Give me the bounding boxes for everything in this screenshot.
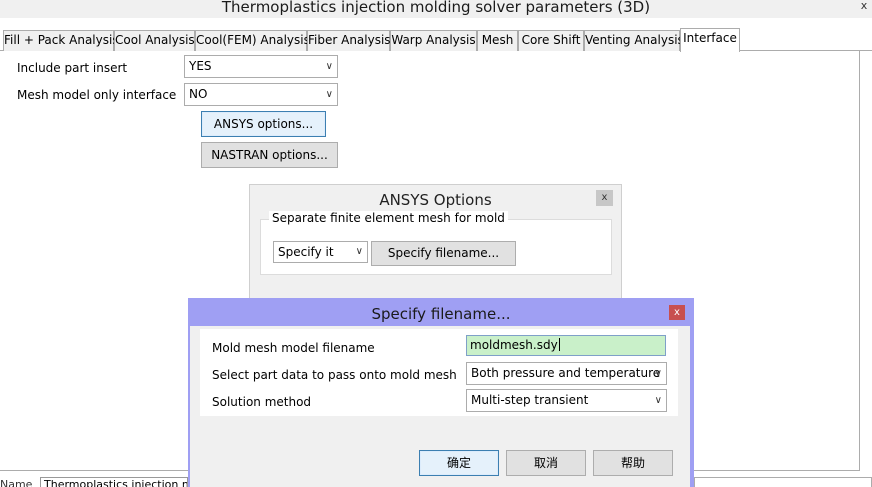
tab-venting-analysis[interactable]: Venting Analysis xyxy=(584,30,684,51)
help-button[interactable]: 帮助 xyxy=(593,450,673,476)
window-close-icon[interactable]: x xyxy=(856,0,872,14)
mesh-model-only-select[interactable]: NO ∨ xyxy=(184,83,338,106)
solution-method-value: Multi-step transient xyxy=(471,393,589,407)
close-icon[interactable]: x xyxy=(596,190,613,206)
tab-strip: Fill + Pack Analysis Cool Analysis Cool(… xyxy=(0,28,872,52)
name-label: Name xyxy=(0,478,33,487)
mold-mesh-mode-select[interactable]: Specify it ∨ xyxy=(273,241,368,263)
tab-mesh[interactable]: Mesh xyxy=(477,30,518,51)
specify-filename-body: Mold mesh model filename moldmesh.sdy Se… xyxy=(190,326,690,487)
part-data-value: Both pressure and temperature xyxy=(471,366,661,380)
include-part-insert-label: Include part insert xyxy=(17,61,128,75)
bottom-field[interactable] xyxy=(694,477,872,487)
solution-method-select[interactable]: Multi-step transient ∨ xyxy=(466,389,667,412)
separate-mesh-group: Separate finite element mesh for mold Sp… xyxy=(260,211,612,275)
ok-button[interactable]: 确定 xyxy=(419,450,499,476)
mold-mesh-filename-value: moldmesh.sdy xyxy=(470,338,558,352)
tab-cool-analysis[interactable]: Cool Analysis xyxy=(114,30,195,51)
mold-mesh-mode-value: Specify it xyxy=(278,245,334,259)
mesh-model-only-label: Mesh model only interface xyxy=(17,88,177,102)
part-data-select[interactable]: Both pressure and temperature ∨ xyxy=(466,362,667,385)
specify-filename-title: Specify filename... xyxy=(371,305,511,323)
tab-core-shift[interactable]: Core Shift xyxy=(518,30,584,51)
solution-method-label: Solution method xyxy=(212,395,312,409)
tab-interface[interactable]: Interface xyxy=(680,28,740,52)
include-part-insert-value: YES xyxy=(189,59,212,73)
cancel-button[interactable]: 取消 xyxy=(506,450,586,476)
chevron-down-icon: ∨ xyxy=(325,89,333,100)
separate-mesh-group-label: Separate finite element mesh for mold xyxy=(269,211,508,225)
chevron-down-icon: ∨ xyxy=(654,395,662,406)
mold-mesh-filename-input[interactable]: moldmesh.sdy xyxy=(466,335,666,356)
specify-filename-button[interactable]: Specify filename... xyxy=(371,241,516,266)
chevron-down-icon: ∨ xyxy=(355,246,363,257)
text-cursor xyxy=(558,338,560,351)
ansys-options-button[interactable]: ANSYS options... xyxy=(201,111,326,137)
tab-warp-analysis[interactable]: Warp Analysis xyxy=(390,30,477,51)
specify-filename-dialog: Specify filename... x Mold mesh model fi… xyxy=(188,298,694,487)
name-input[interactable]: Thermoplastics injection m xyxy=(40,477,188,487)
window-title: Thermoplastics injection molding solver … xyxy=(0,0,872,18)
tab-cool-fem-analysis[interactable]: Cool(FEM) Analysis xyxy=(195,30,310,51)
chevron-down-icon: ∨ xyxy=(325,61,333,72)
tab-fiber-analysis[interactable]: Fiber Analysis xyxy=(307,30,391,51)
part-data-label: Select part data to pass onto mold mesh xyxy=(212,368,457,382)
close-icon[interactable]: x xyxy=(669,305,685,320)
mold-mesh-filename-label: Mold mesh model filename xyxy=(212,341,375,355)
specify-filename-form: Mold mesh model filename moldmesh.sdy Se… xyxy=(200,329,678,416)
mesh-model-only-value: NO xyxy=(189,87,208,101)
chevron-down-icon: ∨ xyxy=(654,368,662,379)
ansys-options-dialog: ANSYS Options x Separate finite element … xyxy=(249,184,622,300)
ansys-dialog-title: ANSYS Options xyxy=(379,191,492,209)
tab-fill-pack-analysis[interactable]: Fill + Pack Analysis xyxy=(3,30,119,51)
nastran-options-button[interactable]: NASTRAN options... xyxy=(201,142,338,168)
include-part-insert-select[interactable]: YES ∨ xyxy=(184,55,338,78)
